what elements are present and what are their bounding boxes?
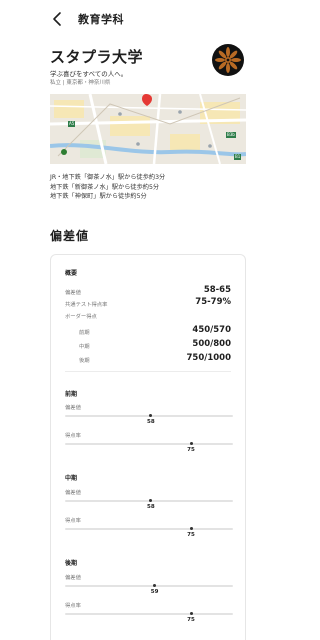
rate-bar-label: 得点率 — [65, 433, 81, 439]
border-row-value: 500/800 — [192, 339, 231, 349]
rate-bar — [65, 443, 233, 445]
top-bar: 教育学科 — [0, 0, 296, 38]
period-heading: 中期 — [65, 475, 78, 482]
deviation-bar-value: 58 — [147, 504, 155, 510]
deviation-bar-value: 59 — [150, 589, 159, 595]
rate-bar-value: 75 — [187, 447, 195, 453]
deviation-value: 58-65 — [203, 285, 231, 295]
map-badge: B3b — [226, 132, 236, 138]
period-heading: 前期 — [65, 391, 78, 398]
access-line: 地下鉄「新御茶ノ水」駅から徒歩約5分 — [50, 183, 160, 191]
rate-marker — [189, 527, 193, 530]
border-row-value: 750/1000 — [186, 353, 231, 363]
border-row-label: 後期 — [79, 358, 90, 364]
access-info: JR・地下鉄「御茶ノ水」駅から徒歩約3分 地下鉄「新御茶ノ水」駅から徒歩約5分 … — [50, 173, 165, 202]
location-map[interactable]: A5 B3b B1 — [50, 94, 246, 164]
border-score-label: ボーダー得点 — [65, 314, 97, 320]
access-line: JR・地下鉄「御茶ノ水」駅から徒歩約3分 — [50, 174, 166, 181]
rate-marker — [189, 442, 193, 445]
rate-bar — [65, 528, 233, 530]
deviation-label: 偏差値 — [65, 290, 81, 296]
deviation-bar-label: 偏差値 — [65, 490, 81, 496]
map-badge: A5 — [68, 121, 76, 127]
back-button[interactable] — [50, 10, 66, 28]
rate-bar-label: 得点率 — [65, 518, 81, 524]
map-badge: B1 — [234, 154, 242, 160]
university-logo — [212, 44, 244, 76]
chevron-left-icon — [53, 12, 61, 26]
border-row-label: 中期 — [79, 344, 90, 350]
university-tagline: 学ぶ喜びをすべての人へ。 — [50, 70, 128, 78]
access-line: 地下鉄「神保町」駅から徒歩約5分 — [50, 193, 147, 201]
rate-bar-label: 得点率 — [65, 603, 81, 609]
border-row-value: 450/570 — [192, 325, 231, 335]
rate-bar-value: 75 — [187, 532, 195, 538]
section-title-deviation: 偏差値 — [50, 229, 90, 243]
deviation-bar-value: 58 — [147, 419, 155, 425]
flower-crest-icon — [215, 47, 241, 73]
deviation-bar — [65, 585, 233, 587]
border-row-label: 前期 — [79, 330, 90, 336]
map-graphic — [50, 94, 246, 164]
deviation-bar-label: 偏差値 — [65, 405, 81, 411]
deviation-card: 概要 偏差値 58-65 共通テスト得点率 75-79% ボーダー得点 前期 4… — [50, 254, 246, 640]
university-name: スタプラ大学 — [50, 48, 144, 66]
rate-marker — [189, 612, 193, 615]
deviation-bar-label: 偏差値 — [65, 575, 81, 581]
university-location: 私立 | 東京都・神奈川県 — [50, 80, 111, 86]
overview-heading: 概要 — [65, 270, 78, 277]
rate-bar-value: 75 — [187, 617, 195, 623]
common-test-rate-label: 共通テスト得点率 — [65, 302, 108, 308]
common-test-rate-value: 75-79% — [195, 297, 231, 307]
page-title: 教育学科 — [78, 13, 124, 26]
period-heading: 後期 — [65, 560, 78, 567]
divider — [65, 371, 231, 372]
rate-bar — [65, 613, 233, 615]
